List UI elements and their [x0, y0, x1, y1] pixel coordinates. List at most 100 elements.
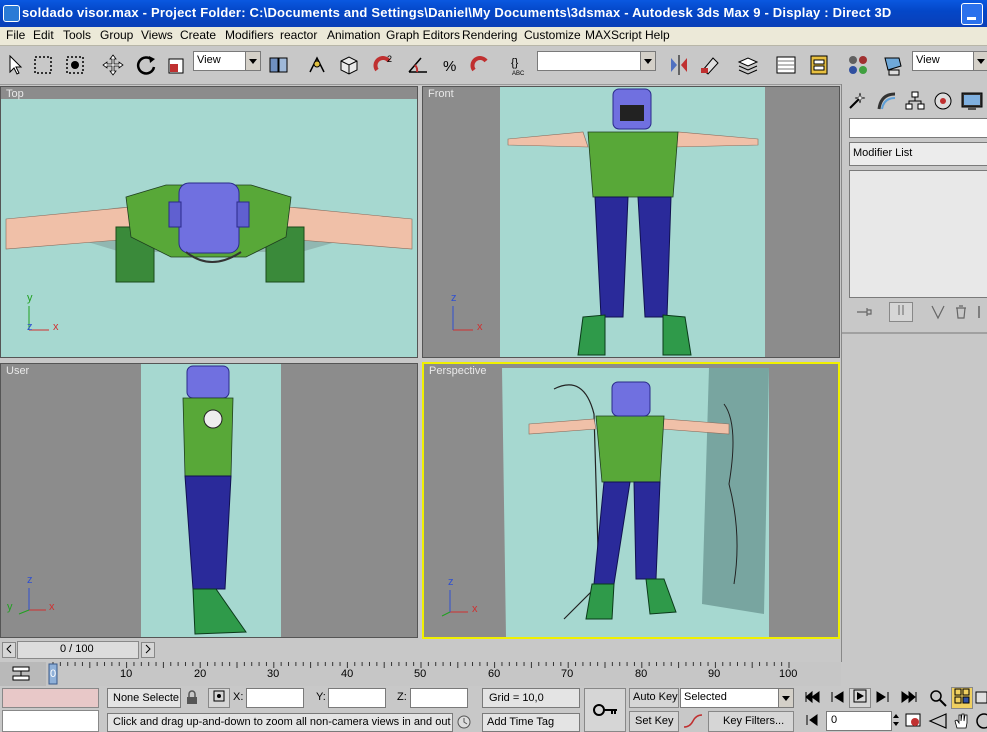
- key-filters-button[interactable]: Key Filters...: [708, 711, 794, 732]
- key-mode-dropdown[interactable]: Selected: [680, 688, 794, 708]
- go-to-start-icon[interactable]: [803, 690, 821, 704]
- play-button[interactable]: [849, 688, 871, 708]
- edit-named-selection-icon[interactable]: {} ABC: [508, 52, 534, 78]
- object-name-field[interactable]: [849, 118, 987, 138]
- tick-label-40: 40: [341, 668, 354, 680]
- absolute-mode-button[interactable]: [208, 688, 230, 708]
- time-slider-bar: 0 / 100: [0, 640, 841, 662]
- current-frame-field[interactable]: 0: [826, 711, 892, 731]
- maxscript-mini-input[interactable]: [2, 710, 99, 732]
- menu-reactor[interactable]: reactor: [280, 28, 317, 42]
- move-icon[interactable]: [100, 52, 126, 78]
- curve-editor-icon[interactable]: [773, 52, 799, 78]
- menu-graph-editors[interactable]: Graph Editors: [386, 28, 460, 42]
- zoom-extents-icon[interactable]: [975, 688, 987, 708]
- menu-edit[interactable]: Edit: [33, 28, 54, 42]
- top-axis-tripod: [28, 306, 49, 331]
- field-of-view-icon[interactable]: [928, 711, 948, 731]
- lock-icon[interactable]: [184, 690, 200, 706]
- pin-stack-icon[interactable]: [855, 304, 873, 320]
- keyboard-shortcut-override-icon[interactable]: [336, 52, 362, 78]
- configure-sets-icon[interactable]: [975, 304, 987, 320]
- render-scene-icon[interactable]: [880, 52, 906, 78]
- render-type-dropdown[interactable]: View: [912, 51, 987, 71]
- x-coordinate-field[interactable]: [246, 688, 304, 708]
- time-configuration-icon[interactable]: [904, 711, 922, 729]
- viewport-perspective[interactable]: Perspective z x: [422, 362, 840, 639]
- modify-tab-icon[interactable]: [876, 90, 898, 112]
- zoom-all-button[interactable]: [951, 687, 973, 709]
- grid-spacing: Grid = 10,0: [482, 688, 580, 708]
- time-slider-label: 0 / 100: [60, 643, 94, 655]
- frame-spinner-icon[interactable]: [891, 711, 901, 729]
- hierarchy-tab-icon[interactable]: [904, 90, 926, 112]
- axis-label-z: z: [27, 574, 33, 586]
- make-unique-icon[interactable]: [929, 304, 947, 320]
- show-end-result-button[interactable]: [889, 302, 913, 322]
- mirror-icon[interactable]: [666, 52, 692, 78]
- modifier-stack[interactable]: [849, 170, 987, 298]
- layer-manager-icon[interactable]: [735, 52, 761, 78]
- menu-customize[interactable]: Customize: [524, 28, 581, 42]
- select-arrow-icon[interactable]: [2, 52, 28, 78]
- named-selection-sets-dropdown[interactable]: [537, 51, 656, 71]
- schematic-view-icon[interactable]: [806, 52, 832, 78]
- axis-label-z: z: [451, 292, 457, 304]
- percent-snap-icon[interactable]: %: [437, 52, 463, 78]
- rotate-icon[interactable]: [133, 52, 159, 78]
- time-slider-prev-button[interactable]: [2, 642, 16, 658]
- menu-maxscript[interactable]: MAXScript: [585, 28, 642, 42]
- axis-label-y: y: [7, 601, 13, 613]
- add-time-tag-button[interactable]: Add Time Tag: [482, 713, 580, 732]
- display-tab-icon[interactable]: [960, 90, 984, 112]
- maxscript-listener-mini[interactable]: [2, 688, 99, 708]
- set-key-button[interactable]: Set Key: [629, 711, 679, 732]
- menu-group[interactable]: Group: [100, 28, 133, 42]
- menu-file[interactable]: File: [6, 28, 25, 42]
- previous-frame-icon[interactable]: [828, 690, 846, 704]
- material-editor-icon[interactable]: [845, 52, 871, 78]
- default-tangent-icon[interactable]: [682, 713, 704, 729]
- time-slider[interactable]: 0 / 100: [17, 641, 139, 659]
- menu-views[interactable]: Views: [141, 28, 173, 42]
- reference-coordinate-dropdown[interactable]: View: [193, 51, 261, 71]
- key-mode-toggle-icon[interactable]: [804, 713, 820, 727]
- timeline-ruler[interactable]: 10 20 30 40 50 60 70 80 90 100 0: [0, 662, 841, 686]
- menu-create[interactable]: Create: [180, 28, 216, 42]
- auto-key-button[interactable]: Auto Key: [629, 688, 679, 708]
- select-manipulate-icon[interactable]: [304, 52, 330, 78]
- spinner-snap-icon[interactable]: [468, 52, 494, 78]
- remove-modifier-icon[interactable]: [952, 304, 970, 320]
- menu-rendering[interactable]: Rendering: [462, 28, 517, 42]
- z-coordinate-field[interactable]: [410, 688, 468, 708]
- menu-help[interactable]: Help: [645, 28, 670, 42]
- arc-rotate-icon[interactable]: [974, 711, 987, 731]
- minimize-button[interactable]: [961, 3, 983, 25]
- app-icon[interactable]: [3, 5, 20, 22]
- align-icon[interactable]: [697, 52, 723, 78]
- pan-hand-icon[interactable]: [951, 711, 971, 731]
- snap-toggle-icon[interactable]: 2: [372, 52, 398, 78]
- angle-snap-icon[interactable]: [405, 52, 431, 78]
- menu-modifiers[interactable]: Modifiers: [225, 28, 274, 42]
- viewport-front[interactable]: Front z x: [422, 86, 840, 358]
- next-frame-icon[interactable]: [874, 690, 892, 704]
- set-key-big-button[interactable]: [584, 688, 626, 732]
- window-crossing-icon[interactable]: [62, 52, 88, 78]
- rect-selection-icon[interactable]: [30, 52, 56, 78]
- menu-tools[interactable]: Tools: [63, 28, 91, 42]
- motion-tab-icon[interactable]: [932, 90, 954, 112]
- command-panel-tabs: [842, 88, 987, 114]
- zoom-icon[interactable]: [928, 688, 948, 708]
- viewport-user[interactable]: User z x y: [0, 363, 418, 638]
- modifier-list-dropdown[interactable]: Modifier List: [849, 142, 987, 166]
- time-tag-icon[interactable]: [456, 714, 476, 730]
- pivot-center-icon[interactable]: [266, 52, 292, 78]
- go-to-end-icon[interactable]: [900, 690, 918, 704]
- time-slider-next-button[interactable]: [141, 642, 155, 658]
- y-coordinate-field[interactable]: [328, 688, 386, 708]
- viewport-top[interactable]: Top y x z: [0, 86, 418, 358]
- menu-animation[interactable]: Animation: [327, 28, 380, 42]
- scale-icon[interactable]: [164, 52, 190, 78]
- create-tab-icon[interactable]: [846, 90, 868, 112]
